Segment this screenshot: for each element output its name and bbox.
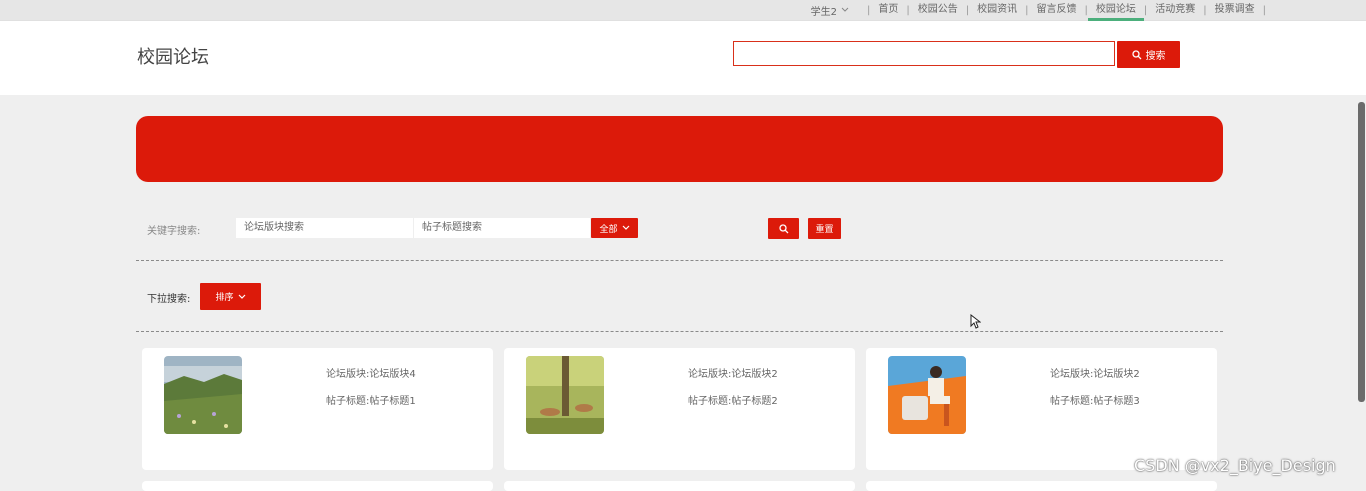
forum-post-card[interactable] (142, 481, 493, 491)
user-menu[interactable]: 学生2 (811, 3, 849, 18)
forum-post-card[interactable] (504, 481, 855, 491)
all-filter-label: 全部 (599, 224, 618, 235)
nav-separator: | (1143, 4, 1148, 16)
search-button-label: 搜索 (1145, 51, 1166, 62)
title-search-input[interactable]: 帖子标题搜索 (414, 218, 590, 238)
nav-separator: | (1262, 4, 1266, 16)
page-header: 校园论坛 搜索 (0, 21, 1366, 95)
post-thumbnail[interactable] (888, 356, 966, 434)
chevron-down-icon (622, 225, 629, 230)
nav-item-news[interactable]: 校园资讯 (977, 1, 1017, 19)
nav-item-votes[interactable]: 投票调查 (1215, 1, 1255, 19)
forum-post-card[interactable]: 论坛版块:论坛版块2 帖子标题:帖子标题2 (504, 348, 855, 470)
nav-separator: | (965, 4, 970, 16)
search-icon (1131, 49, 1141, 59)
nav-separator: | (1203, 4, 1207, 16)
watermark: CSDN @vx2_Biye_Design (1134, 456, 1336, 475)
scrollbar-thumb[interactable] (1358, 102, 1365, 402)
divider (136, 331, 1223, 332)
post-thumbnail[interactable] (526, 356, 604, 434)
post-title[interactable]: 帖子标题:帖子标题3 (1050, 392, 1140, 407)
keyword-search-label: 关键字搜索: (147, 226, 201, 237)
chevron-down-icon (238, 294, 245, 299)
nav-item-home[interactable]: 首页 (878, 1, 898, 19)
banner (136, 116, 1223, 182)
forum-post-card[interactable] (866, 481, 1217, 491)
top-nav: 学生2 | 首页 | 校园公告 | 校园资讯 | 留言反馈 | 校园论坛 | 活… (811, 0, 1274, 21)
dropdown-search-label: 下拉搜索: (147, 294, 191, 305)
all-filter-button[interactable]: 全部 (591, 218, 638, 238)
sort-button-label: 排序 (215, 293, 234, 303)
sort-button[interactable]: 排序 (200, 283, 261, 310)
nav-separator: | (1025, 4, 1029, 16)
post-section: 论坛版块:论坛版块2 (1050, 369, 1140, 380)
mouse-cursor-icon (970, 314, 981, 329)
page-title: 校园论坛 (137, 47, 209, 68)
nav-separator: | (906, 4, 910, 16)
reset-button[interactable]: 重置 (808, 218, 841, 239)
search-input[interactable] (733, 41, 1115, 66)
top-nav-bar: 学生2 | 首页 | 校园公告 | 校园资讯 | 留言反馈 | 校园论坛 | 活… (0, 0, 1366, 21)
search-icon (778, 223, 788, 233)
divider (136, 260, 1223, 261)
nav-item-announcements[interactable]: 校园公告 (918, 1, 958, 19)
post-title[interactable]: 帖子标题:帖子标题1 (326, 392, 416, 407)
section-search-input[interactable]: 论坛版块搜索 (236, 218, 413, 238)
user-label: 学生2 (810, 6, 837, 18)
nav-separator: | (1084, 4, 1088, 16)
nav-item-feedback[interactable]: 留言反馈 (1037, 1, 1077, 19)
nav-item-competitions[interactable]: 活动竞赛 (1155, 1, 1195, 19)
post-thumbnail[interactable] (164, 356, 242, 434)
post-title[interactable]: 帖子标题:帖子标题2 (688, 392, 778, 407)
chevron-down-icon (841, 7, 849, 12)
post-section: 论坛版块:论坛版块4 (326, 369, 416, 380)
filter-search-button[interactable] (768, 218, 799, 239)
forum-post-card[interactable]: 论坛版块:论坛版块2 帖子标题:帖子标题3 (866, 348, 1217, 470)
post-section: 论坛版块:论坛版块2 (688, 369, 778, 380)
forum-post-card[interactable]: 论坛版块:论坛版块4 帖子标题:帖子标题1 (142, 348, 493, 470)
nav-item-forum[interactable]: 校园论坛 (1087, 1, 1144, 21)
search-button[interactable]: 搜索 (1117, 41, 1180, 68)
nav-separator: | (867, 4, 871, 16)
